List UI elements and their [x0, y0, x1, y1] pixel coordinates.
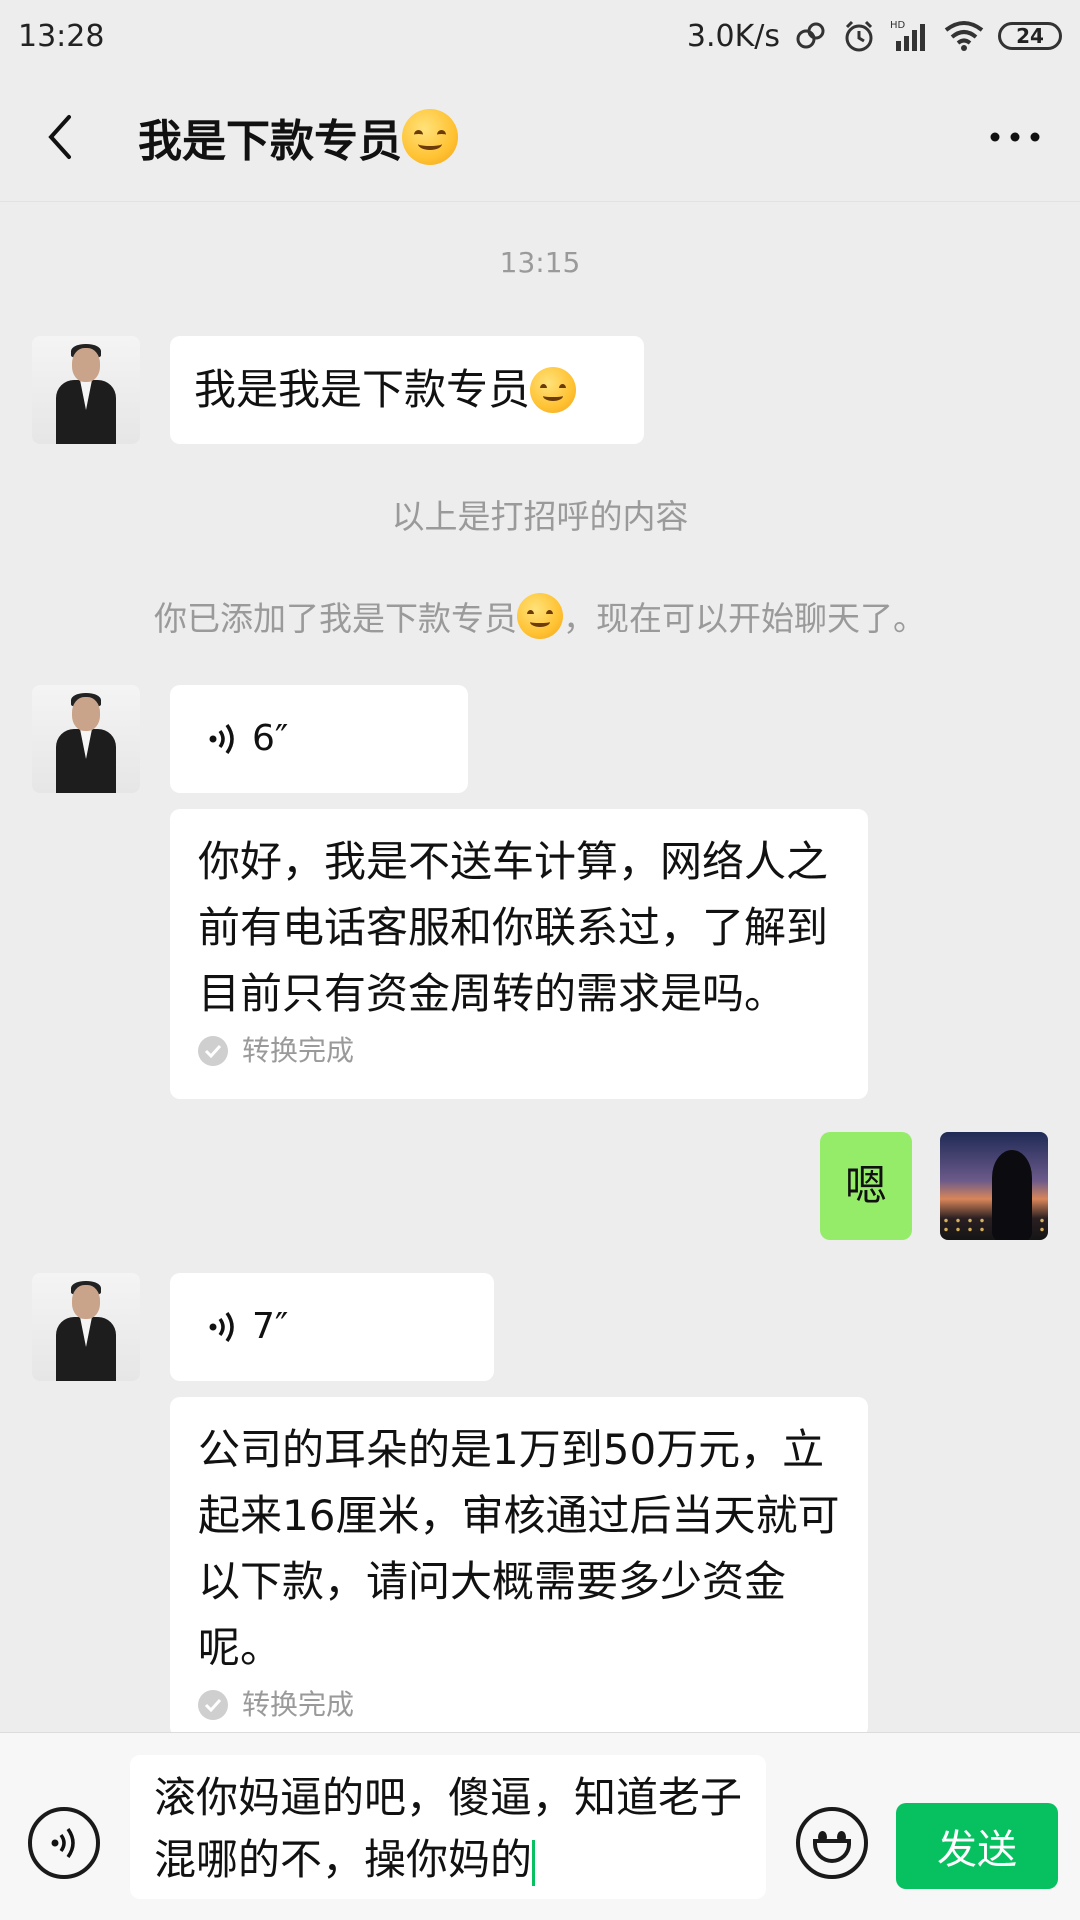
message-bubble-sent[interactable]: 嗯	[820, 1132, 912, 1240]
voice-duration: 6″	[252, 718, 289, 759]
system-message-text-end: ，现在可以开始聊天了。	[563, 599, 926, 638]
alarm-icon	[842, 19, 876, 53]
voice-wave-icon	[209, 1311, 234, 1343]
system-message: 以上是打招呼的内容	[391, 497, 689, 536]
more-options-button[interactable]	[980, 107, 1050, 167]
voice-input-button[interactable]	[28, 1807, 100, 1879]
network-speed: 3.0K/s	[686, 18, 780, 54]
chat-timestamp: 13:15	[499, 246, 581, 279]
contact-avatar[interactable]	[32, 685, 140, 793]
voice-message-bubble[interactable]: 7″	[170, 1273, 494, 1381]
voice-message-bubble[interactable]: 6″	[170, 685, 468, 793]
chevron-left-icon	[48, 114, 71, 159]
hd-label: HD	[890, 20, 906, 31]
message-text: 我是我是下款专员	[194, 365, 531, 414]
contact-avatar[interactable]	[32, 1273, 140, 1381]
conversion-status: 转换完成	[198, 1031, 840, 1071]
conversion-status: 转换完成	[198, 1685, 840, 1725]
smile-emoji-icon	[402, 108, 458, 165]
contact-avatar[interactable]	[32, 336, 140, 444]
system-message-text: 你已添加了我是下款专员	[154, 599, 517, 638]
wifi-icon	[944, 20, 984, 52]
more-dots-icon	[990, 132, 1040, 141]
status-icons: 3.0K/s HD 24	[687, 19, 1062, 54]
voice-transcript-bubble[interactable]: 你好，我是不送车计算，网络人之前有电话客服和你联系过，了解到目前只有资金周转的需…	[170, 809, 868, 1099]
chat-title: 我是下款专员	[138, 105, 980, 169]
input-bar: 滚你妈逼的吧，傻逼，知道老子混哪的不，操你妈的 发送	[0, 1732, 1080, 1920]
status-time: 13:28	[18, 18, 105, 54]
send-button[interactable]: 发送	[896, 1803, 1058, 1889]
transcript-text: 公司的耳朵的是1万到50万元，立起来16厘米，审核通过后当天就可以下款，请问大概…	[198, 1425, 840, 1672]
link-icon	[794, 21, 828, 51]
text-caret	[532, 1839, 536, 1886]
check-icon	[198, 1036, 228, 1066]
battery-indicator: 24	[998, 22, 1062, 50]
status-bar: 13:28 3.0K/s HD 24	[0, 0, 1080, 72]
message-input-text: 滚你妈逼的吧，傻逼，知道老子混哪的不，操你妈的	[154, 1773, 743, 1884]
smile-emoji-icon	[517, 593, 563, 639]
emoji-button[interactable]	[796, 1807, 868, 1879]
my-avatar[interactable]	[940, 1132, 1048, 1240]
chat-title-text: 我是下款专员	[138, 115, 402, 167]
chat-header: 我是下款专员	[0, 72, 1080, 202]
transcript-text: 你好，我是不送车计算，网络人之前有电话客服和你联系过，了解到目前只有资金周转的需…	[198, 837, 829, 1018]
voice-icon	[51, 1827, 75, 1859]
voice-transcript-bubble[interactable]: 公司的耳朵的是1万到50万元，立起来16厘米，审核通过后当天就可以下款，请问大概…	[170, 1397, 868, 1737]
smile-emoji-icon	[530, 367, 577, 413]
conversion-status-label: 转换完成	[242, 1688, 355, 1721]
check-icon	[198, 1690, 228, 1720]
back-button[interactable]	[30, 107, 90, 167]
conversion-status-label: 转换完成	[242, 1034, 355, 1067]
voice-duration: 7″	[252, 1306, 289, 1347]
message-bubble-received[interactable]: 我是我是下款专员	[170, 336, 644, 444]
system-message-added: 你已添加了我是下款专员 ，现在可以开始聊天了。	[0, 592, 1080, 640]
voice-wave-icon	[209, 723, 234, 755]
message-input[interactable]: 滚你妈逼的吧，傻逼，知道老子混哪的不，操你妈的	[130, 1755, 766, 1899]
signal-icon: HD	[890, 19, 930, 53]
message-text: 嗯	[844, 1161, 887, 1210]
